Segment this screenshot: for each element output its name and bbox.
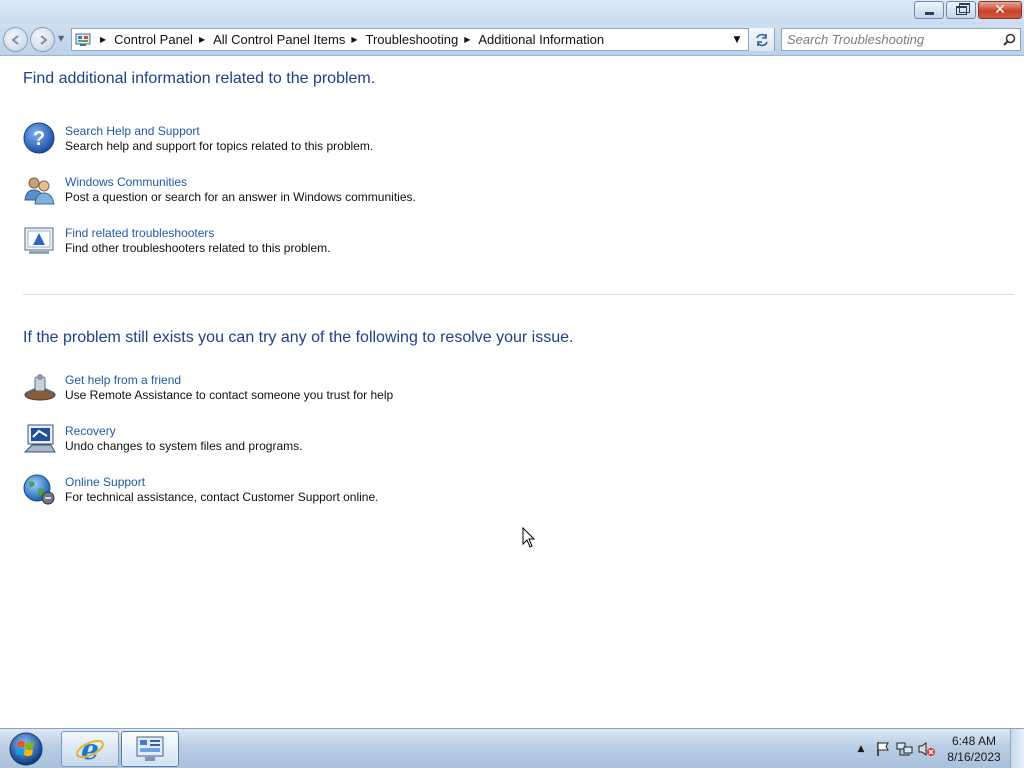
chevron-up-icon: ▲ (857, 744, 865, 754)
breadcrumb-item-all-items[interactable]: ▶ All Control Panel Items (193, 32, 345, 47)
task-item-search-help[interactable]: ? Search Help and Support Search help an… (23, 122, 373, 156)
clock-time: 6:48 AM (951, 734, 997, 748)
breadcrumb-label[interactable]: Additional Information (478, 32, 604, 47)
restore-icon (955, 2, 970, 15)
windows-logo-icon (9, 732, 43, 766)
search-icon[interactable] (998, 29, 1020, 50)
recovery-description: Undo changes to system files and program… (65, 439, 303, 453)
breadcrumb-item-control-panel[interactable]: ▶ Control Panel (94, 32, 193, 47)
forward-button[interactable] (30, 27, 55, 52)
chevron-right-icon[interactable]: ▶ (351, 35, 357, 44)
minimize-button[interactable] (914, 1, 944, 19)
clock[interactable]: 6:48 AM 8/16/2023 (938, 733, 1010, 765)
taskbar: e ▲ 6:48 AM 8/16/2023 (0, 728, 1024, 768)
chevron-right-icon[interactable]: ▶ (199, 35, 205, 44)
restore-button[interactable] (946, 1, 976, 19)
refresh-button[interactable] (748, 28, 774, 51)
chevron-down-icon: ▼ (733, 34, 741, 45)
back-arrow-icon (10, 34, 19, 45)
volume-muted-icon (918, 742, 935, 756)
refresh-icon (755, 33, 768, 46)
windows-communities-description: Post a question or search for an answer … (65, 190, 416, 204)
section-heading-additional-info: Find additional information related to t… (23, 70, 376, 87)
show-desktop-button[interactable] (1010, 729, 1024, 768)
online-support-link[interactable]: Online Support (65, 475, 379, 490)
breadcrumb-item-additional-information[interactable]: ▶ Additional Information (458, 32, 604, 47)
search-input[interactable] (782, 29, 998, 50)
back-button[interactable] (3, 27, 28, 52)
window-controls: ✕ (914, 1, 1022, 19)
address-bar[interactable]: ▶ Control Panel ▶ All Control Panel Item… (71, 28, 775, 51)
search-help-description: Search help and support for topics relat… (65, 139, 374, 153)
help-from-friend-link[interactable]: Get help from a friend (65, 373, 393, 388)
search-help-link[interactable]: Search Help and Support (65, 124, 373, 139)
navigation-bar: ▼ ▶ Control Panel ▶ All Control Panel It… (0, 24, 1024, 56)
system-tray: ▲ 6:48 AM 8/16/2023 (850, 729, 1024, 768)
svg-text:?: ? (33, 128, 45, 150)
related-troubleshooters-description: Find other troubleshooters related to th… (65, 241, 331, 255)
online-support-description: For technical assistance, contact Custom… (65, 490, 379, 504)
window-title-bar[interactable]: ✕ (0, 0, 1024, 24)
task-item-help-from-friend[interactable]: Get help from a friend Use Remote Assist… (23, 371, 393, 405)
taskbar-internet-explorer[interactable]: e (61, 731, 119, 767)
help-from-friend-description: Use Remote Assistance to contact someone… (65, 388, 394, 402)
search-box[interactable] (781, 28, 1021, 51)
taskbar-control-panel[interactable] (121, 731, 179, 767)
task-item-windows-communities[interactable]: Windows Communities Post a question or s… (23, 173, 416, 207)
online-support-icon (23, 474, 55, 505)
breadcrumb-label[interactable]: All Control Panel Items (213, 32, 345, 47)
action-center-button[interactable] (872, 738, 894, 760)
chevron-right-icon[interactable]: ▶ (100, 35, 106, 44)
close-button[interactable]: ✕ (978, 1, 1022, 19)
volume-button[interactable] (916, 738, 938, 760)
breadcrumb-item-troubleshooting[interactable]: ▶ Troubleshooting (345, 32, 458, 47)
address-dropdown-button[interactable]: ▼ (728, 29, 746, 50)
mouse-cursor-icon (522, 527, 536, 548)
start-button[interactable] (6, 730, 46, 768)
section-heading-resolve-issue: If the problem still exists you can try … (23, 329, 574, 346)
flag-icon (877, 742, 889, 756)
task-item-online-support[interactable]: Online Support For technical assistance,… (23, 473, 379, 507)
task-item-related-troubleshooters[interactable]: Find related troubleshooters Find other … (23, 224, 330, 258)
help-icon: ? (23, 122, 55, 154)
main-content: Find additional information related to t… (0, 57, 1024, 728)
svg-text:e: e (81, 734, 99, 764)
control-panel-icon (72, 29, 94, 50)
network-button[interactable] (894, 738, 916, 760)
show-hidden-icons-button[interactable]: ▲ (850, 738, 872, 760)
breadcrumb-label[interactable]: Troubleshooting (365, 32, 458, 47)
close-icon: ✕ (994, 2, 1006, 18)
remote-assistance-icon (24, 374, 56, 401)
internet-explorer-icon: e (76, 734, 104, 764)
network-icon (896, 742, 913, 756)
minimize-icon (924, 11, 934, 15)
related-troubleshooters-link[interactable]: Find related troubleshooters (65, 226, 330, 241)
control-panel-taskbar-icon (136, 736, 164, 761)
task-item-recovery[interactable]: Recovery Undo changes to system files an… (23, 422, 302, 456)
recovery-icon (23, 424, 56, 453)
breadcrumb-label[interactable]: Control Panel (114, 32, 193, 47)
recovery-link[interactable]: Recovery (65, 424, 302, 439)
windows-communities-link[interactable]: Windows Communities (65, 175, 416, 190)
section-divider (23, 294, 1014, 295)
recent-pages-dropdown[interactable]: ▼ (58, 34, 64, 43)
troubleshooter-icon (24, 227, 54, 254)
communities-icon (24, 177, 55, 205)
chevron-right-icon[interactable]: ▶ (464, 35, 470, 44)
clock-date: 8/16/2023 (947, 750, 1001, 764)
forward-arrow-icon (39, 34, 48, 45)
